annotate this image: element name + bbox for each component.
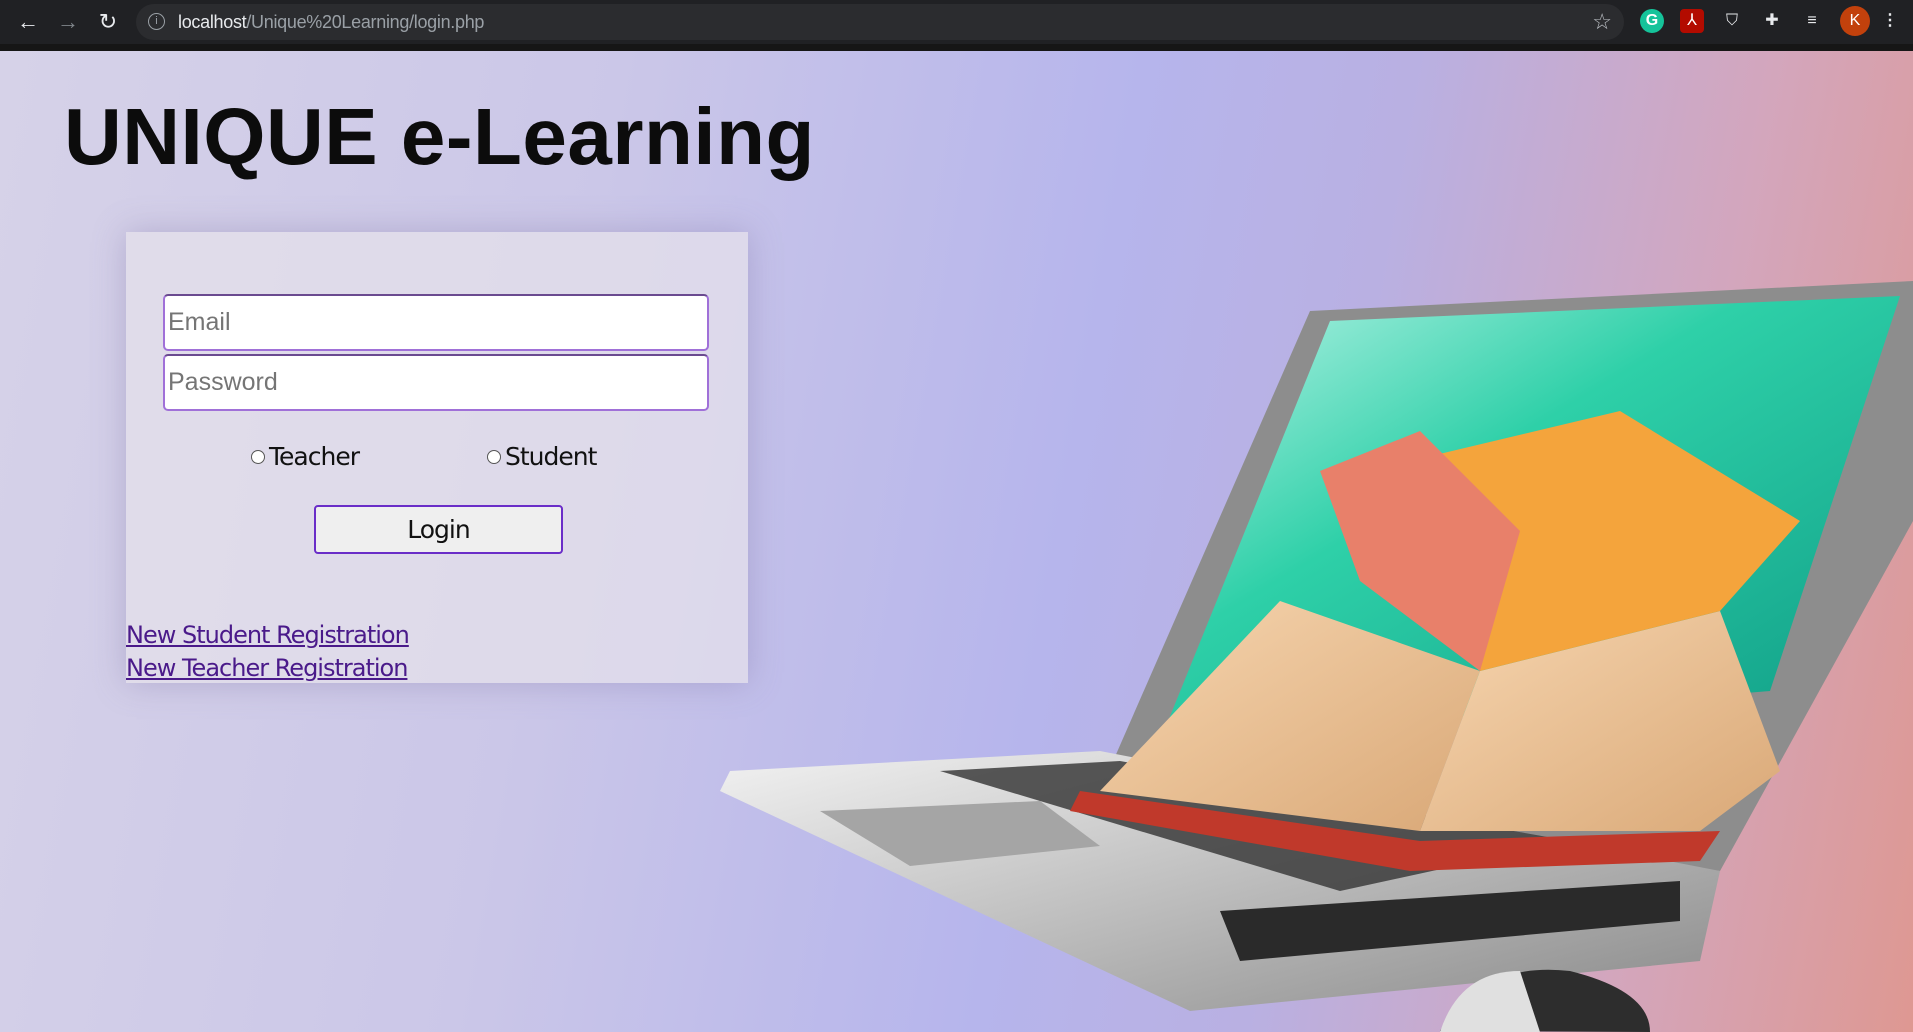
- login-panel: Teacher Student Login New Student Regist…: [126, 232, 748, 683]
- media-icon[interactable]: ≡: [1800, 9, 1824, 33]
- email-input[interactable]: [163, 294, 709, 351]
- bookmark-star-icon[interactable]: ☆: [1592, 9, 1612, 35]
- new-student-registration-link[interactable]: New Student Registration: [126, 621, 410, 649]
- page-body: UNIQUE e-Learning Teacher Student Login …: [0, 51, 1913, 1032]
- radio-circle-icon[interactable]: [251, 449, 265, 464]
- forward-icon[interactable]: →: [54, 8, 82, 36]
- student-label: Student: [505, 442, 597, 471]
- teacher-label: Teacher: [269, 442, 360, 471]
- back-icon[interactable]: ←: [14, 8, 42, 36]
- radio-circle-icon[interactable]: [487, 449, 501, 464]
- page-title: UNIQUE e-Learning: [64, 92, 815, 181]
- address-bar[interactable]: i localhost/Unique%20Learning/login.php …: [136, 4, 1624, 40]
- password-input[interactable]: [163, 354, 709, 411]
- avatar[interactable]: K: [1840, 6, 1870, 36]
- grammarly-icon[interactable]: G: [1640, 9, 1664, 33]
- browser-toolbar: ← → ↻ i localhost/Unique%20Learning/logi…: [0, 0, 1913, 51]
- laptop-books-illustration: [720, 281, 1913, 1032]
- new-teacher-registration-link[interactable]: New Teacher Registration: [126, 654, 408, 682]
- bookmark-icon[interactable]: ⛉: [1720, 9, 1744, 33]
- pdf-icon[interactable]: ⅄: [1680, 9, 1704, 33]
- teacher-radio[interactable]: Teacher: [251, 442, 360, 471]
- url-text: localhost/Unique%20Learning/login.php: [178, 12, 485, 32]
- extensions-icon[interactable]: ✚: [1760, 9, 1784, 33]
- menu-icon[interactable]: ⋮: [1878, 9, 1902, 33]
- reload-icon[interactable]: ↻: [94, 8, 122, 36]
- login-button[interactable]: Login: [314, 505, 563, 554]
- info-icon[interactable]: i: [148, 13, 165, 30]
- student-radio[interactable]: Student: [487, 442, 597, 471]
